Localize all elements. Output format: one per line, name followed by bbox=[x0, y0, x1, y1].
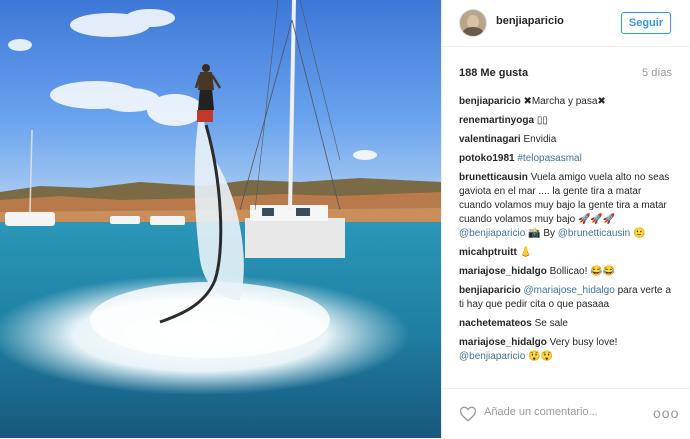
heart-icon[interactable] bbox=[459, 405, 477, 423]
post-date[interactable]: 5 días bbox=[642, 67, 672, 79]
likes-count[interactable]: 188 Me gusta bbox=[459, 67, 528, 79]
comment-input[interactable]: Añade un comentario... bbox=[484, 406, 624, 418]
follow-button[interactable]: Seguir bbox=[621, 12, 671, 34]
comment: micahptruitt 👃 bbox=[459, 246, 674, 260]
comment-emoji: 😲😲 bbox=[528, 351, 553, 362]
comment-text: Very busy love! bbox=[549, 337, 618, 348]
comment: valentinagari Envidia bbox=[459, 133, 674, 147]
comment-text: Envidia bbox=[523, 134, 557, 145]
post-photo[interactable] bbox=[0, 0, 441, 438]
comment-username[interactable]: valentinagari bbox=[459, 134, 521, 145]
comment-text: ▯▯ bbox=[536, 115, 548, 126]
comment-username[interactable]: nachetemateos bbox=[459, 318, 532, 329]
post-header: benjiaparicio Seguir bbox=[442, 0, 690, 47]
comment-text: Se sale bbox=[534, 318, 568, 329]
comment: brunetticausin Vuela amigo vuela alto no… bbox=[459, 171, 674, 241]
comment-username[interactable]: potoko1981 bbox=[459, 153, 515, 164]
avatar[interactable] bbox=[459, 9, 487, 37]
comment: mariajose_hidalgo Very busy love! @benji… bbox=[459, 336, 674, 364]
comment: mariajose_hidalgo Bollicao! 😂😂 bbox=[459, 265, 674, 279]
comment-emoji: 🙂 bbox=[632, 228, 646, 239]
mention-link[interactable]: @brunetticausin bbox=[558, 228, 630, 239]
comment-text: Bollicao! 😂😂 bbox=[549, 266, 616, 277]
comment: benjiaparicio ✖Marcha y pasa✖ bbox=[459, 95, 674, 109]
comment-username[interactable]: benjiaparicio bbox=[459, 96, 521, 107]
comment: benjiaparicio @mariajose_hidalgo para ve… bbox=[459, 284, 674, 312]
comment-username[interactable]: mariajose_hidalgo bbox=[459, 266, 547, 277]
comment-text: 📸 By bbox=[528, 228, 555, 239]
comment-footer: Añade un comentario... ooo bbox=[442, 388, 690, 439]
more-options-icon[interactable]: ooo bbox=[653, 405, 679, 421]
comment-username[interactable]: benjiaparicio bbox=[459, 285, 521, 296]
comment: potoko1981 #telopasasmal bbox=[459, 152, 674, 166]
mention-link[interactable]: @benjiaparicio bbox=[459, 351, 525, 362]
photo-canvas bbox=[0, 0, 441, 438]
comment-username[interactable]: renemartinyoga bbox=[459, 115, 534, 126]
comment: nachetemateos Se sale bbox=[459, 317, 674, 331]
post-sidebar: benjiaparicio Seguir 188 Me gusta 5 días… bbox=[441, 0, 690, 438]
comment-username[interactable]: brunetticausin bbox=[459, 172, 528, 183]
comment-text: ✖Marcha y pasa✖ bbox=[523, 96, 606, 107]
hashtag-link[interactable]: #telopasasmal bbox=[517, 153, 581, 164]
comment-username[interactable]: mariajose_hidalgo bbox=[459, 337, 547, 348]
comments-list: benjiaparicio ✖Marcha y pasa✖ renemartin… bbox=[459, 95, 674, 369]
comment: renemartinyoga ▯▯ bbox=[459, 114, 674, 128]
mention-link[interactable]: @mariajose_hidalgo bbox=[523, 285, 614, 296]
comment-username[interactable]: micahptruitt bbox=[459, 247, 517, 258]
username-link[interactable]: benjiaparicio bbox=[496, 15, 564, 27]
mention-link[interactable]: @benjiaparicio bbox=[459, 228, 525, 239]
comment-text: 👃 bbox=[519, 247, 533, 258]
avatar-body bbox=[462, 27, 484, 36]
